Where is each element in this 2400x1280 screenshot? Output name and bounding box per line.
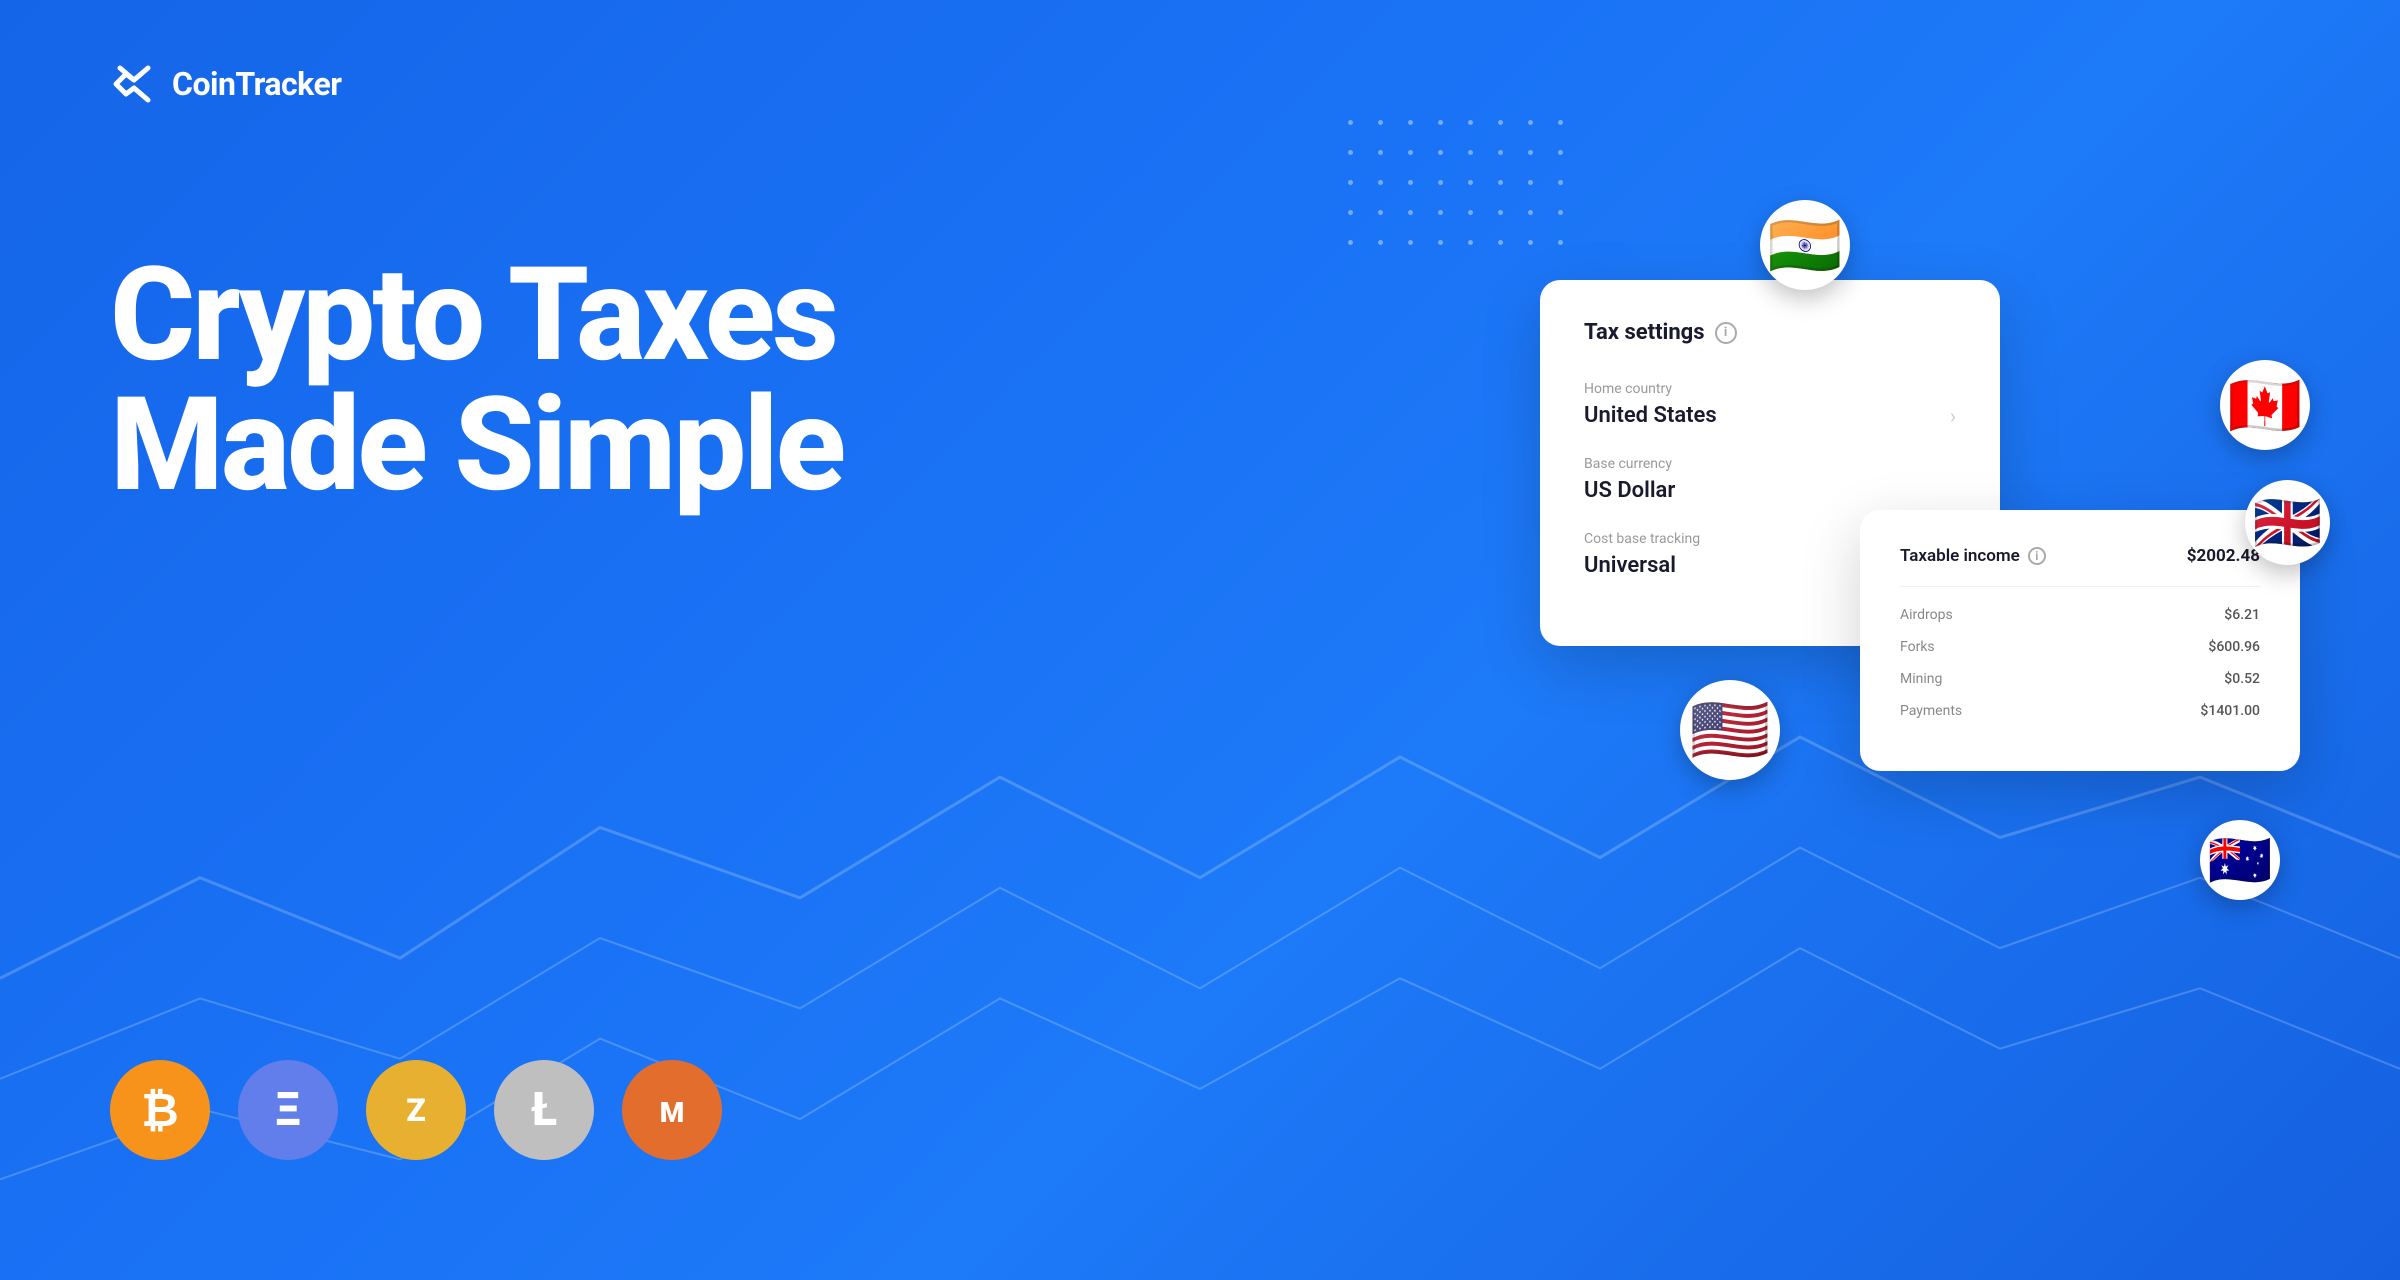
monero-coin: M	[622, 1060, 722, 1160]
ui-cards-area: 🇮🇳 🇨🇦 🇬🇧 🇺🇸 🇦🇺 Tax settings i Home count…	[1540, 200, 2300, 960]
tax-info-icon[interactable]: i	[1715, 322, 1737, 344]
home-country-field[interactable]: Home country United States ›	[1584, 381, 1956, 428]
australia-flag: 🇦🇺	[2200, 820, 2280, 900]
home-country-value: United States	[1584, 403, 1717, 428]
mining-value: $0.52	[2224, 671, 2260, 687]
base-currency-value: US Dollar	[1584, 478, 1675, 503]
cost-base-value: Universal	[1584, 553, 1676, 578]
taxable-income-value: $2002.48	[2187, 546, 2260, 566]
bitcoin-coin: ₿	[110, 1060, 210, 1160]
canada-flag: 🇨🇦	[2220, 360, 2310, 450]
usa-flag: 🇺🇸	[1680, 680, 1780, 780]
brand-name: CoinTracker	[172, 65, 341, 103]
svg-text:Z: Z	[406, 1092, 425, 1129]
hero-line1: Crypto Taxes	[110, 250, 843, 380]
uk-flag: 🇬🇧	[2245, 480, 2330, 565]
tax-card-title: Tax settings	[1584, 320, 1705, 345]
zcash-coin: Z	[366, 1060, 466, 1160]
income-card: Taxable income i $2002.48 Airdrops $6.21…	[1860, 510, 2300, 771]
crypto-coins-row: ₿ Ξ Z Ł M	[110, 1060, 722, 1160]
home-country-chevron: ›	[1950, 404, 1956, 428]
base-currency-label: Base currency	[1584, 456, 1956, 472]
hero-line2: Made Simple	[110, 380, 843, 510]
taxable-income-label: Taxable income	[1900, 546, 2020, 566]
hero-section: Crypto Taxes Made Simple	[110, 250, 843, 510]
litecoin-coin: Ł	[494, 1060, 594, 1160]
mining-label: Mining	[1900, 671, 1942, 687]
airdrops-value: $6.21	[2224, 607, 2260, 623]
home-country-label: Home country	[1584, 381, 1956, 397]
cointracker-logo-icon	[110, 60, 158, 108]
svg-text:M: M	[660, 1096, 685, 1129]
base-currency-field[interactable]: Base currency US Dollar	[1584, 456, 1956, 503]
payments-label: Payments	[1900, 703, 1962, 719]
india-flag: 🇮🇳	[1760, 200, 1850, 290]
logo[interactable]: CoinTracker	[110, 60, 341, 108]
payments-value: $1401.00	[2200, 703, 2260, 719]
divider	[1900, 586, 2260, 587]
income-info-icon[interactable]: i	[2028, 547, 2046, 565]
payments-row: Payments $1401.00	[1900, 703, 2260, 719]
ethereum-coin: Ξ	[238, 1060, 338, 1160]
mining-row: Mining $0.52	[1900, 671, 2260, 687]
forks-value: $600.96	[2208, 639, 2260, 655]
forks-row: Forks $600.96	[1900, 639, 2260, 655]
airdrops-row: Airdrops $6.21	[1900, 607, 2260, 623]
forks-label: Forks	[1900, 639, 1935, 655]
airdrops-label: Airdrops	[1900, 607, 1953, 623]
